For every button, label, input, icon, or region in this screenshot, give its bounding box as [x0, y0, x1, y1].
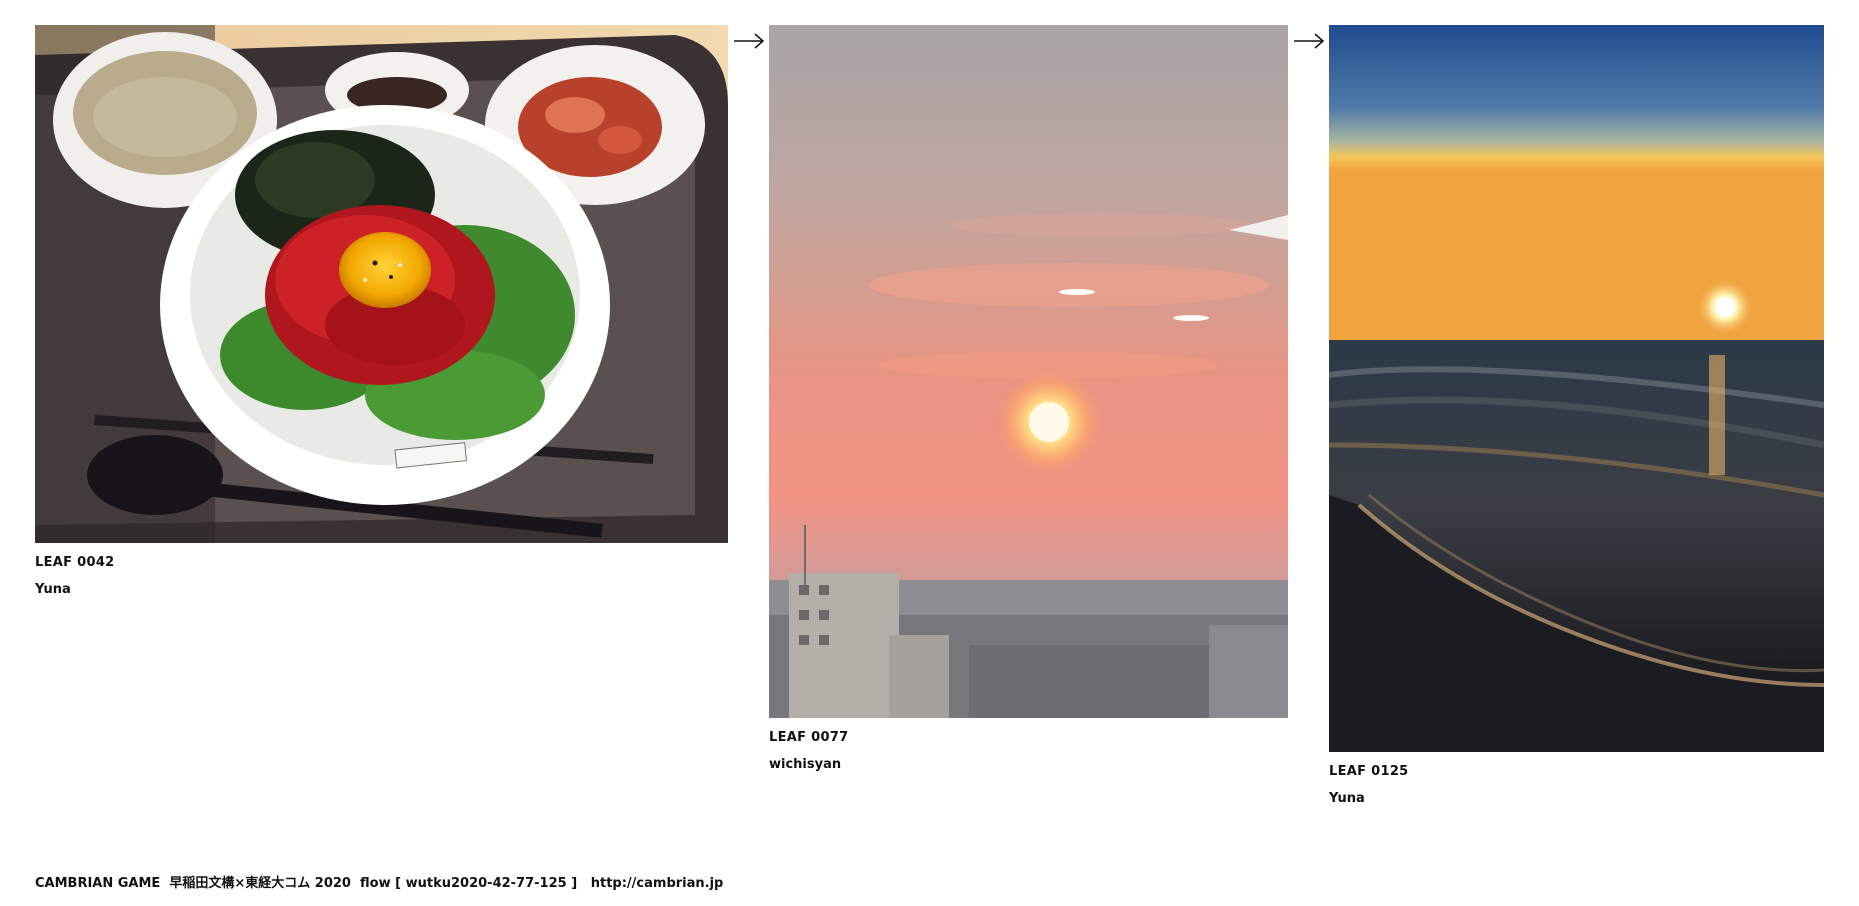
footer-url-link[interactable]: http://cambrian.jp — [591, 876, 724, 891]
leaf-id-label: LEAF 0077 — [769, 730, 849, 745]
leaf-id-label: LEAF 0042 — [35, 555, 115, 570]
leaf-author-label[interactable]: wichisyan — [769, 757, 1288, 772]
beach-sunset-photo[interactable] — [1329, 25, 1824, 752]
leaf-card-0125[interactable]: LEAF 0125 Yuna — [1329, 25, 1824, 806]
footer-game-title[interactable]: CAMBRIAN GAME — [35, 876, 160, 891]
yukhoe-bowl-photo[interactable] — [35, 25, 728, 543]
leaf-author-label[interactable]: Yuna — [35, 582, 728, 597]
right-arrow-icon — [734, 33, 765, 49]
leaf-card-0077[interactable]: LEAF 0077 wichisyan — [769, 25, 1288, 772]
leaf-card-0042[interactable]: LEAF 0042 Yuna — [35, 25, 728, 597]
footer-credit: CAMBRIAN GAME 早稲田文構×東経大コム 2020 flow [ wu… — [35, 872, 723, 891]
footer-event-label: 早稲田文構×東経大コム 2020 — [169, 876, 351, 891]
city-sunset-photo[interactable] — [769, 25, 1288, 718]
footer-flow-label: flow [ wutku2020-42-77-125 ] — [360, 876, 578, 891]
leaf-id-label: LEAF 0125 — [1329, 764, 1409, 779]
right-arrow-icon — [1294, 33, 1325, 49]
leaf-author-label[interactable]: Yuna — [1329, 791, 1824, 806]
